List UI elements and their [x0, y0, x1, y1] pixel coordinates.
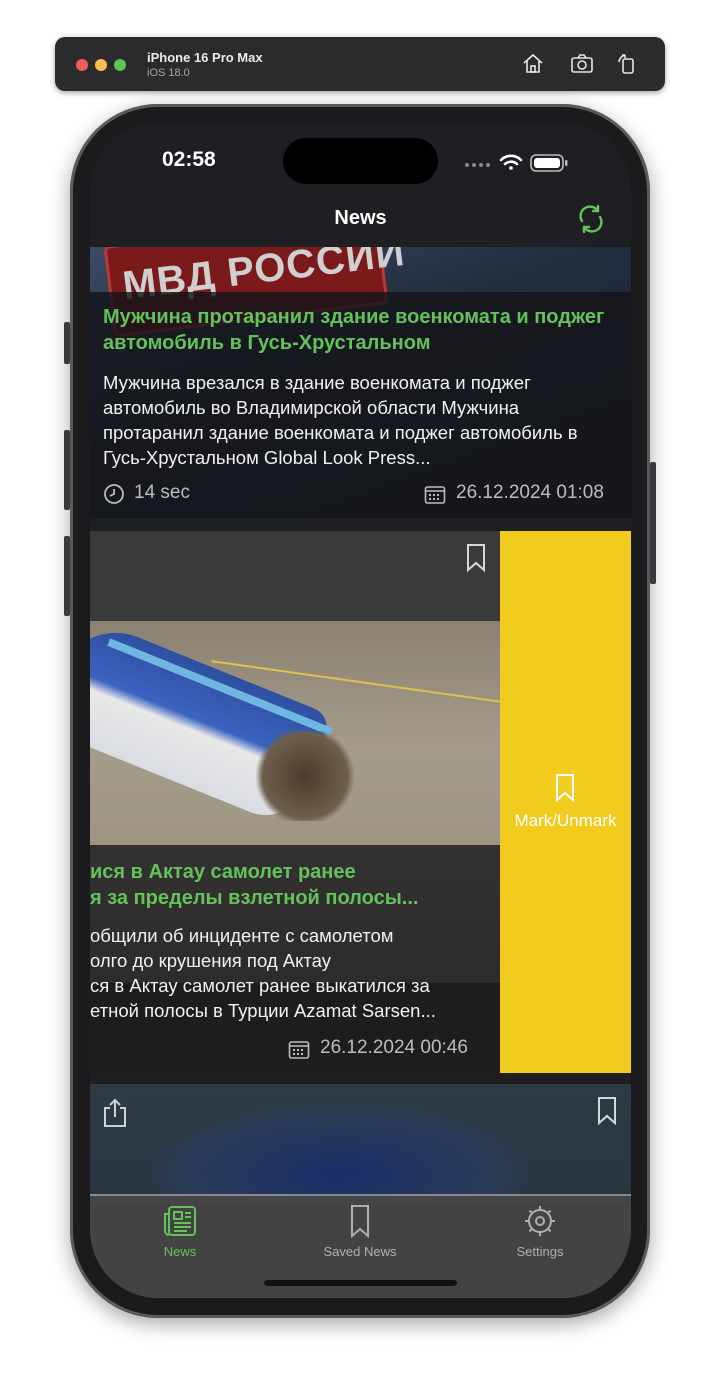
- article-description-line-3: ся в Актау самолет ранее выкатился за: [90, 975, 430, 996]
- volume-up-button: [64, 430, 70, 510]
- close-window-button[interactable]: [76, 59, 88, 71]
- simulator-title-bar: iPhone 16 Pro Max iOS 18.0: [55, 37, 665, 91]
- article-text-overlay: Мужчина протаранил здание военкомата и п…: [90, 292, 631, 519]
- article-text-overlay: ися в Актау самолет ранее я за пределы в…: [90, 845, 500, 1073]
- article-description-line-2: олго до крушения под Актау: [90, 950, 332, 971]
- date-text: 26.12.2024 01:08: [456, 482, 604, 503]
- refresh-icon[interactable]: [574, 202, 608, 236]
- signal-icon: [465, 163, 490, 167]
- dynamic-island: [283, 138, 438, 184]
- home-indicator: [264, 1280, 457, 1286]
- bookmark-icon: [351, 1205, 369, 1238]
- article-headline-line-2: я за пределы взлетной полосы...: [90, 887, 419, 909]
- article-description-line-4: етной полосы в Турции Azamat Sarsen...: [90, 1000, 436, 1021]
- clock-icon: [104, 484, 124, 504]
- tab-label: Settings: [516, 1244, 564, 1259]
- phone-screen: 02:58 News МВД РОССИИ Мужчина протаранил…: [90, 122, 631, 1298]
- article-headline: Мужчина протаранил здание военкомата и п…: [103, 306, 605, 354]
- action-button: [64, 322, 70, 364]
- tab-label: Saved News: [323, 1244, 397, 1259]
- status-time: 02:58: [162, 148, 216, 171]
- article-headline-line-1: ися в Актау самолет ранее: [90, 861, 356, 883]
- news-card[interactable]: [90, 1084, 631, 1204]
- tab-settings[interactable]: Settings: [450, 1204, 630, 1259]
- zoom-window-button[interactable]: [114, 59, 126, 71]
- volume-down-button: [64, 536, 70, 616]
- mark-unmark-label: Mark/Unmark: [514, 811, 617, 830]
- publish-date: 26.12.2024 01:08: [424, 482, 620, 508]
- page-title: News: [334, 207, 387, 229]
- share-icon[interactable]: [102, 1098, 128, 1128]
- tab-news[interactable]: News: [90, 1204, 270, 1259]
- date-text: 26.12.2024 00:46: [320, 1037, 468, 1058]
- power-button: [650, 462, 656, 584]
- read-time-text: 14 sec: [134, 482, 190, 503]
- calendar-icon: [424, 486, 446, 504]
- status-icons: [461, 152, 581, 172]
- bookmark-icon: [553, 773, 577, 803]
- tab-saved-news[interactable]: Saved News: [270, 1204, 450, 1259]
- bookmark-icon[interactable]: [464, 543, 488, 573]
- newspaper-icon: [164, 1206, 196, 1236]
- os-version: iOS 18.0: [147, 67, 190, 79]
- gear-icon: [525, 1206, 555, 1236]
- bookmark-icon[interactable]: [595, 1096, 619, 1126]
- device-name: iPhone 16 Pro Max: [147, 50, 263, 65]
- calendar-icon: [288, 1041, 310, 1059]
- mark-unmark-button[interactable]: Mark/Unmark: [500, 531, 631, 1073]
- article-description-line-1: общили об инциденте с самолетом: [90, 925, 394, 946]
- news-card[interactable]: МВД РОССИИ Мужчина протаранил здание вое…: [90, 247, 631, 519]
- tab-label: News: [163, 1244, 197, 1259]
- article-description: Мужчина врезался в здание военкомата и п…: [103, 372, 578, 468]
- minimize-window-button[interactable]: [95, 59, 107, 71]
- wifi-icon: [499, 154, 523, 170]
- rotate-icon[interactable]: [615, 52, 639, 76]
- publish-date: 26.12.2024 00:46: [288, 1037, 493, 1063]
- news-card-swiped[interactable]: ися в Актау самолет ранее я за пределы в…: [90, 531, 500, 1073]
- battery-icon: [530, 154, 568, 172]
- screenshot-icon[interactable]: [570, 52, 594, 76]
- home-icon[interactable]: [521, 52, 545, 76]
